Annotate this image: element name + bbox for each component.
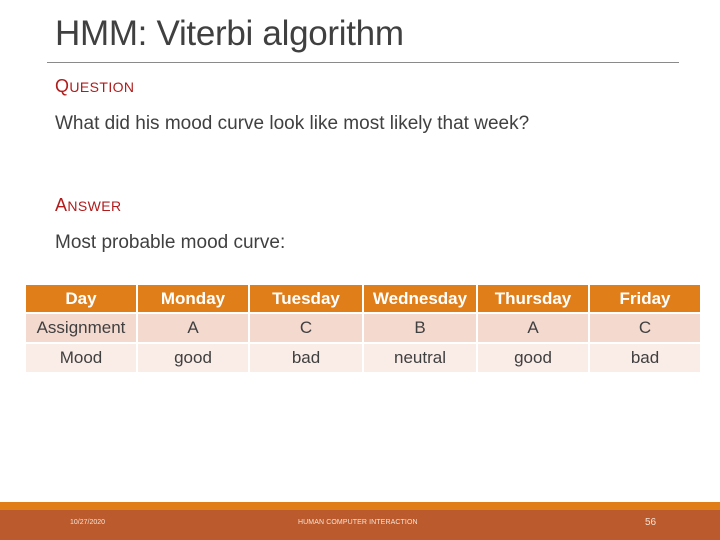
table-header-cell: Tuesday [250, 285, 362, 312]
slide-footer: 10/27/2020 HUMAN COMPUTER INTERACTION 56 [0, 510, 720, 540]
table-cell: A [478, 314, 588, 342]
table-header-cell: Monday [138, 285, 248, 312]
answer-text: Most probable mood curve: [55, 232, 286, 253]
answer-heading-rest: nswer [67, 198, 122, 214]
footer-course-title: HUMAN COMPUTER INTERACTION [298, 519, 418, 526]
table-header-cell: Friday [590, 285, 700, 312]
slide-title: HMM: Viterbi algorithm [55, 14, 404, 53]
answer-heading-initial: A [55, 195, 68, 215]
table-cell: neutral [364, 344, 476, 372]
question-heading-rest: uestion [69, 79, 135, 95]
table-row: Mood good bad neutral good bad [26, 344, 700, 372]
table-header-cell: Day [26, 285, 136, 312]
table-header-cell: Wednesday [364, 285, 476, 312]
answer-heading: Answer [55, 195, 122, 216]
table-cell: Assignment [26, 314, 136, 342]
table-cell: bad [250, 344, 362, 372]
question-text: What did his mood curve look like most l… [55, 113, 530, 134]
footer-accent-stripe [0, 502, 720, 510]
table-cell: C [250, 314, 362, 342]
title-divider [47, 62, 679, 63]
footer-date: 10/27/2020 [70, 519, 106, 526]
table-cell: C [590, 314, 700, 342]
mood-curve-table: Day Monday Tuesday Wednesday Thursday Fr… [24, 283, 702, 374]
table-row: Assignment A C B A C [26, 314, 700, 342]
table-cell: B [364, 314, 476, 342]
table-cell: A [138, 314, 248, 342]
question-heading: Question [55, 76, 134, 97]
footer-page-number: 56 [645, 517, 657, 528]
table-cell: Mood [26, 344, 136, 372]
table-header-row: Day Monday Tuesday Wednesday Thursday Fr… [26, 285, 700, 312]
question-heading-initial: Q [55, 76, 70, 96]
table-cell: bad [590, 344, 700, 372]
table-header-cell: Thursday [478, 285, 588, 312]
table-cell: good [478, 344, 588, 372]
table-cell: good [138, 344, 248, 372]
